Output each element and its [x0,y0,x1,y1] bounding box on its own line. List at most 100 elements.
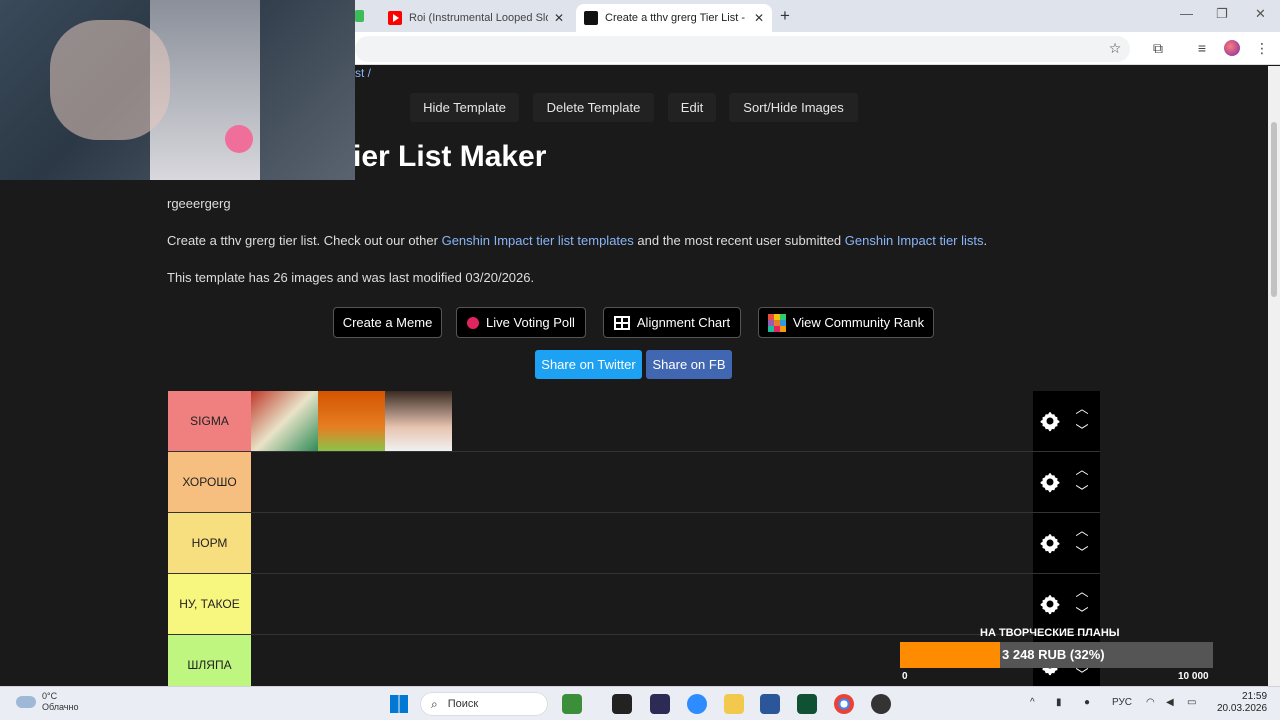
wifi-icon[interactable]: ◠ [1146,697,1155,708]
gear-icon[interactable] [1038,531,1062,555]
alignment-chart-button[interactable]: Alignment Chart [603,307,741,338]
tier-label[interactable]: SIGMA [168,391,251,451]
edit-button[interactable]: Edit [668,93,716,122]
tier-row: ХОРОШО ︿ ﹀ [168,452,1100,513]
search-placeholder: Поиск [447,698,479,710]
menu-kebab-icon[interactable]: ⋮ [1254,40,1270,56]
weather-widget[interactable]: 0°C Облачно [16,691,78,713]
cloud-icon [16,696,36,708]
share-twitter-button[interactable]: Share on Twitter [535,350,642,379]
gear-icon[interactable] [1038,409,1062,433]
file-explorer-icon[interactable] [724,694,744,714]
close-tab-icon[interactable]: ✕ [754,11,764,25]
tab-youtube[interactable]: Roi (Instrumental Looped Slowe ✕ [380,4,572,32]
game-app-icon[interactable] [562,694,582,714]
keyboard-language[interactable]: РУС [1112,697,1132,708]
grid-icon [613,315,630,330]
close-window-button[interactable]: ✕ [1255,6,1266,22]
stats-app-icon[interactable] [650,694,670,714]
tier-image[interactable] [385,391,452,451]
terminal-app-icon[interactable] [612,694,632,714]
clock-time: 21:59 [1242,691,1268,702]
tier-items-dropzone[interactable] [251,452,1033,512]
donation-amount: 3 248 RUB (32%) [1002,647,1105,662]
tiermaker-icon [584,11,598,25]
template-description: Create a tthv grerg tier list. Check out… [167,233,987,248]
tray-app-icon[interactable]: ▮ [1056,697,1062,708]
move-down-chevron-icon[interactable]: ﹀ [1074,424,1090,437]
move-down-chevron-icon[interactable]: ﹀ [1074,607,1090,620]
live-voting-poll-button[interactable]: Live Voting Poll [456,307,586,338]
tab-favicon-icon[interactable] [355,10,364,22]
genshin-templates-link[interactable]: Genshin Impact tier list templates [442,233,634,248]
move-up-chevron-icon[interactable]: ︿ [1074,585,1090,598]
tier-image[interactable] [318,391,385,451]
tier-controls: ︿﹀ [1033,391,1100,451]
view-community-rank-button[interactable]: View Community Rank [758,307,934,338]
gear-icon[interactable] [1038,592,1062,616]
create-meme-button[interactable]: Create a Meme [333,307,442,338]
mosaic-icon [767,313,786,332]
microphone-icon[interactable]: ● [1084,697,1090,708]
delete-template-button[interactable]: Delete Template [533,93,654,122]
bookmark-star-icon[interactable]: ☆ [1107,40,1123,56]
tier-label[interactable]: ХОРОШО [168,452,251,512]
webcam-overlay [0,0,355,180]
move-down-chevron-icon[interactable]: ﹀ [1074,546,1090,559]
tab-tierlist[interactable]: Create a tthv grerg Tier List - Ti ✕ [576,4,772,32]
maximize-button[interactable]: ❐ [1216,6,1228,22]
tier-label[interactable]: НОРМ [168,513,251,573]
tier-items-dropzone[interactable] [251,574,1033,634]
move-down-chevron-icon[interactable]: ﹀ [1074,485,1090,498]
windows-taskbar: 0°C Облачно ⌕ Поиск ^ ▮ ● РУС ◠ ◀ ▭ 21:5… [0,686,1280,720]
url-input[interactable] [355,36,1130,62]
genshin-tierlists-link[interactable]: Genshin Impact tier lists [845,233,984,248]
volume-icon[interactable]: ◀ [1166,697,1174,708]
tier-controls: ︿﹀ [1033,574,1100,634]
profile-avatar-icon[interactable] [1224,40,1240,56]
move-up-chevron-icon[interactable]: ︿ [1074,402,1090,415]
move-up-chevron-icon[interactable]: ︿ [1074,524,1090,537]
move-up-chevron-icon[interactable]: ︿ [1074,463,1090,476]
extensions-icon[interactable]: ⧉ [1150,40,1166,56]
donation-min: 0 [902,671,908,682]
new-tab-button[interactable]: + [780,6,790,26]
tier-items-dropzone[interactable] [251,391,1033,451]
template-subtitle: rgeeergerg [167,196,231,211]
zoom-app-icon[interactable] [687,694,707,714]
search-icon: ⌕ [431,696,438,711]
taskbar-clock[interactable]: 21:59 20.03.2026 [1217,691,1267,715]
sort-hide-images-button[interactable]: Sort/Hide Images [729,93,858,122]
tray-chevron-icon[interactable]: ^ [1030,697,1035,708]
windows-start-icon[interactable] [390,695,408,713]
recorder-app-icon[interactable] [871,694,891,714]
webcam-pink-object [225,125,253,153]
weather-text: 0°C Облачно [42,691,78,713]
scrollbar-thumb[interactable] [1271,122,1277,297]
xbox-app-icon[interactable] [797,694,817,714]
move-down-chevron-icon[interactable]: ﹀ [1074,668,1090,681]
share-facebook-button[interactable]: Share on FB [646,350,732,379]
tier-row: НУ, ТАКОЕ ︿ ﹀ [168,574,1100,635]
gear-icon[interactable] [1038,470,1062,494]
hide-template-button[interactable]: Hide Template [410,93,519,122]
taskbar-search[interactable]: ⌕ Поиск [420,692,548,716]
tier-image[interactable] [251,391,318,451]
donation-progress-fill [900,642,1001,668]
tier-items-dropzone[interactable] [251,513,1033,573]
button-label: Alignment Chart [636,315,731,330]
breadcrumb[interactable]: st / [355,66,371,80]
close-tab-icon[interactable]: ✕ [554,11,564,25]
media-control-icon[interactable]: ≡ [1194,40,1210,56]
donation-max: 10 000 [1178,671,1209,682]
word-app-icon[interactable] [760,694,780,714]
button-label: View Community Rank [792,315,925,330]
tier-label[interactable]: НУ, ТАКОЕ [168,574,251,634]
battery-icon[interactable]: ▭ [1187,697,1196,708]
chrome-app-icon[interactable] [834,694,854,714]
page-scrollbar[interactable] [1268,66,1280,686]
minimize-button[interactable]: — [1180,6,1193,21]
screen: Roi (Instrumental Looped Slowe ✕ Create … [0,0,1280,720]
webcam-hand [50,20,170,140]
live-dot-icon [467,316,480,329]
